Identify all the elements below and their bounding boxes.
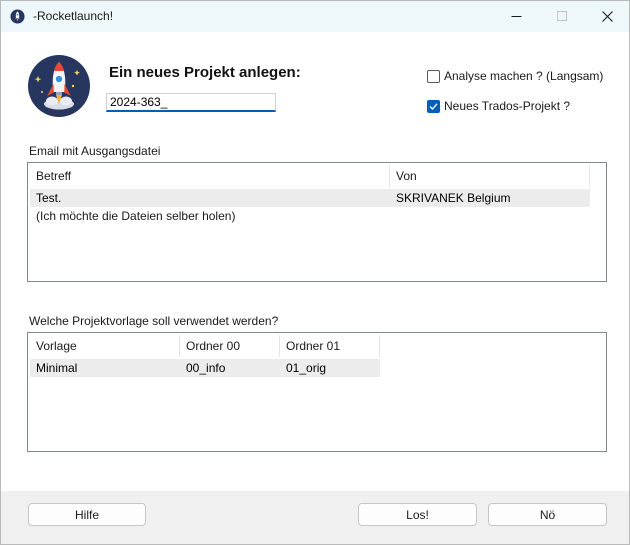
trados-checkbox[interactable] bbox=[427, 99, 440, 113]
ordner01-cell: 01_orig bbox=[286, 361, 327, 375]
column-header-ordner01[interactable]: Ordner 01 bbox=[280, 335, 380, 357]
email-list[interactable]: Betreff Von Test. SKRIVANEK Belgium (Ich… bbox=[27, 162, 607, 282]
checkmark-icon bbox=[429, 102, 438, 110]
ordner00-cell: 00_info bbox=[186, 361, 226, 375]
email-subject-cell: Test. bbox=[36, 191, 62, 205]
go-button[interactable]: Los! bbox=[358, 503, 477, 526]
rocket-logo-icon bbox=[28, 55, 90, 117]
email-section-label: Email mit Ausgangsdatei bbox=[29, 144, 161, 158]
trados-option[interactable]: Neues Trados-Projekt ? bbox=[427, 99, 570, 113]
column-header-vorlage[interactable]: Vorlage bbox=[30, 335, 180, 357]
no-button[interactable]: Nö bbox=[488, 503, 607, 526]
email-row[interactable]: Test. SKRIVANEK Belgium bbox=[30, 189, 590, 207]
email-list-header: Betreff Von bbox=[30, 165, 590, 187]
rocket-app-icon bbox=[10, 9, 25, 24]
app-window: -Rocketlaunch! Ein neues Projekt anlegen… bbox=[0, 0, 630, 545]
analyse-option[interactable]: Analyse machen ? (Langsam) bbox=[427, 69, 603, 83]
minimize-icon bbox=[511, 16, 521, 17]
column-header-ordner00[interactable]: Ordner 00 bbox=[180, 335, 280, 357]
close-icon bbox=[601, 11, 613, 22]
title-bar[interactable]: -Rocketlaunch! bbox=[1, 1, 629, 32]
trados-checkbox-label: Neues Trados-Projekt ? bbox=[444, 99, 571, 113]
maximize-button[interactable] bbox=[539, 1, 585, 32]
minimize-button[interactable] bbox=[493, 1, 539, 32]
column-header-von[interactable]: Von bbox=[390, 165, 590, 187]
email-sender-cell: SKRIVANEK Belgium bbox=[396, 191, 511, 205]
window-title: -Rocketlaunch! bbox=[33, 9, 114, 23]
project-number-input[interactable] bbox=[106, 93, 276, 112]
self-fetch-note: (Ich möchte die Dateien selber holen) bbox=[36, 209, 236, 223]
close-button[interactable] bbox=[584, 1, 630, 32]
help-button[interactable]: Hilfe bbox=[28, 503, 146, 526]
analyse-checkbox-label: Analyse machen ? (Langsam) bbox=[444, 69, 604, 83]
analyse-checkbox[interactable] bbox=[427, 69, 440, 83]
template-name-cell: Minimal bbox=[36, 361, 78, 375]
page-heading: Ein neues Projekt anlegen: bbox=[109, 64, 301, 81]
template-section-label: Welche Projektvorlage soll verwendet wer… bbox=[29, 314, 279, 328]
column-header-betreff[interactable]: Betreff bbox=[30, 165, 390, 187]
template-list[interactable]: Vorlage Ordner 00 Ordner 01 Minimal 00_i… bbox=[27, 332, 607, 452]
template-row[interactable]: Minimal 00_info 01_orig bbox=[30, 359, 380, 377]
maximize-icon bbox=[556, 11, 567, 21]
template-list-header: Vorlage Ordner 00 Ordner 01 bbox=[30, 335, 380, 357]
